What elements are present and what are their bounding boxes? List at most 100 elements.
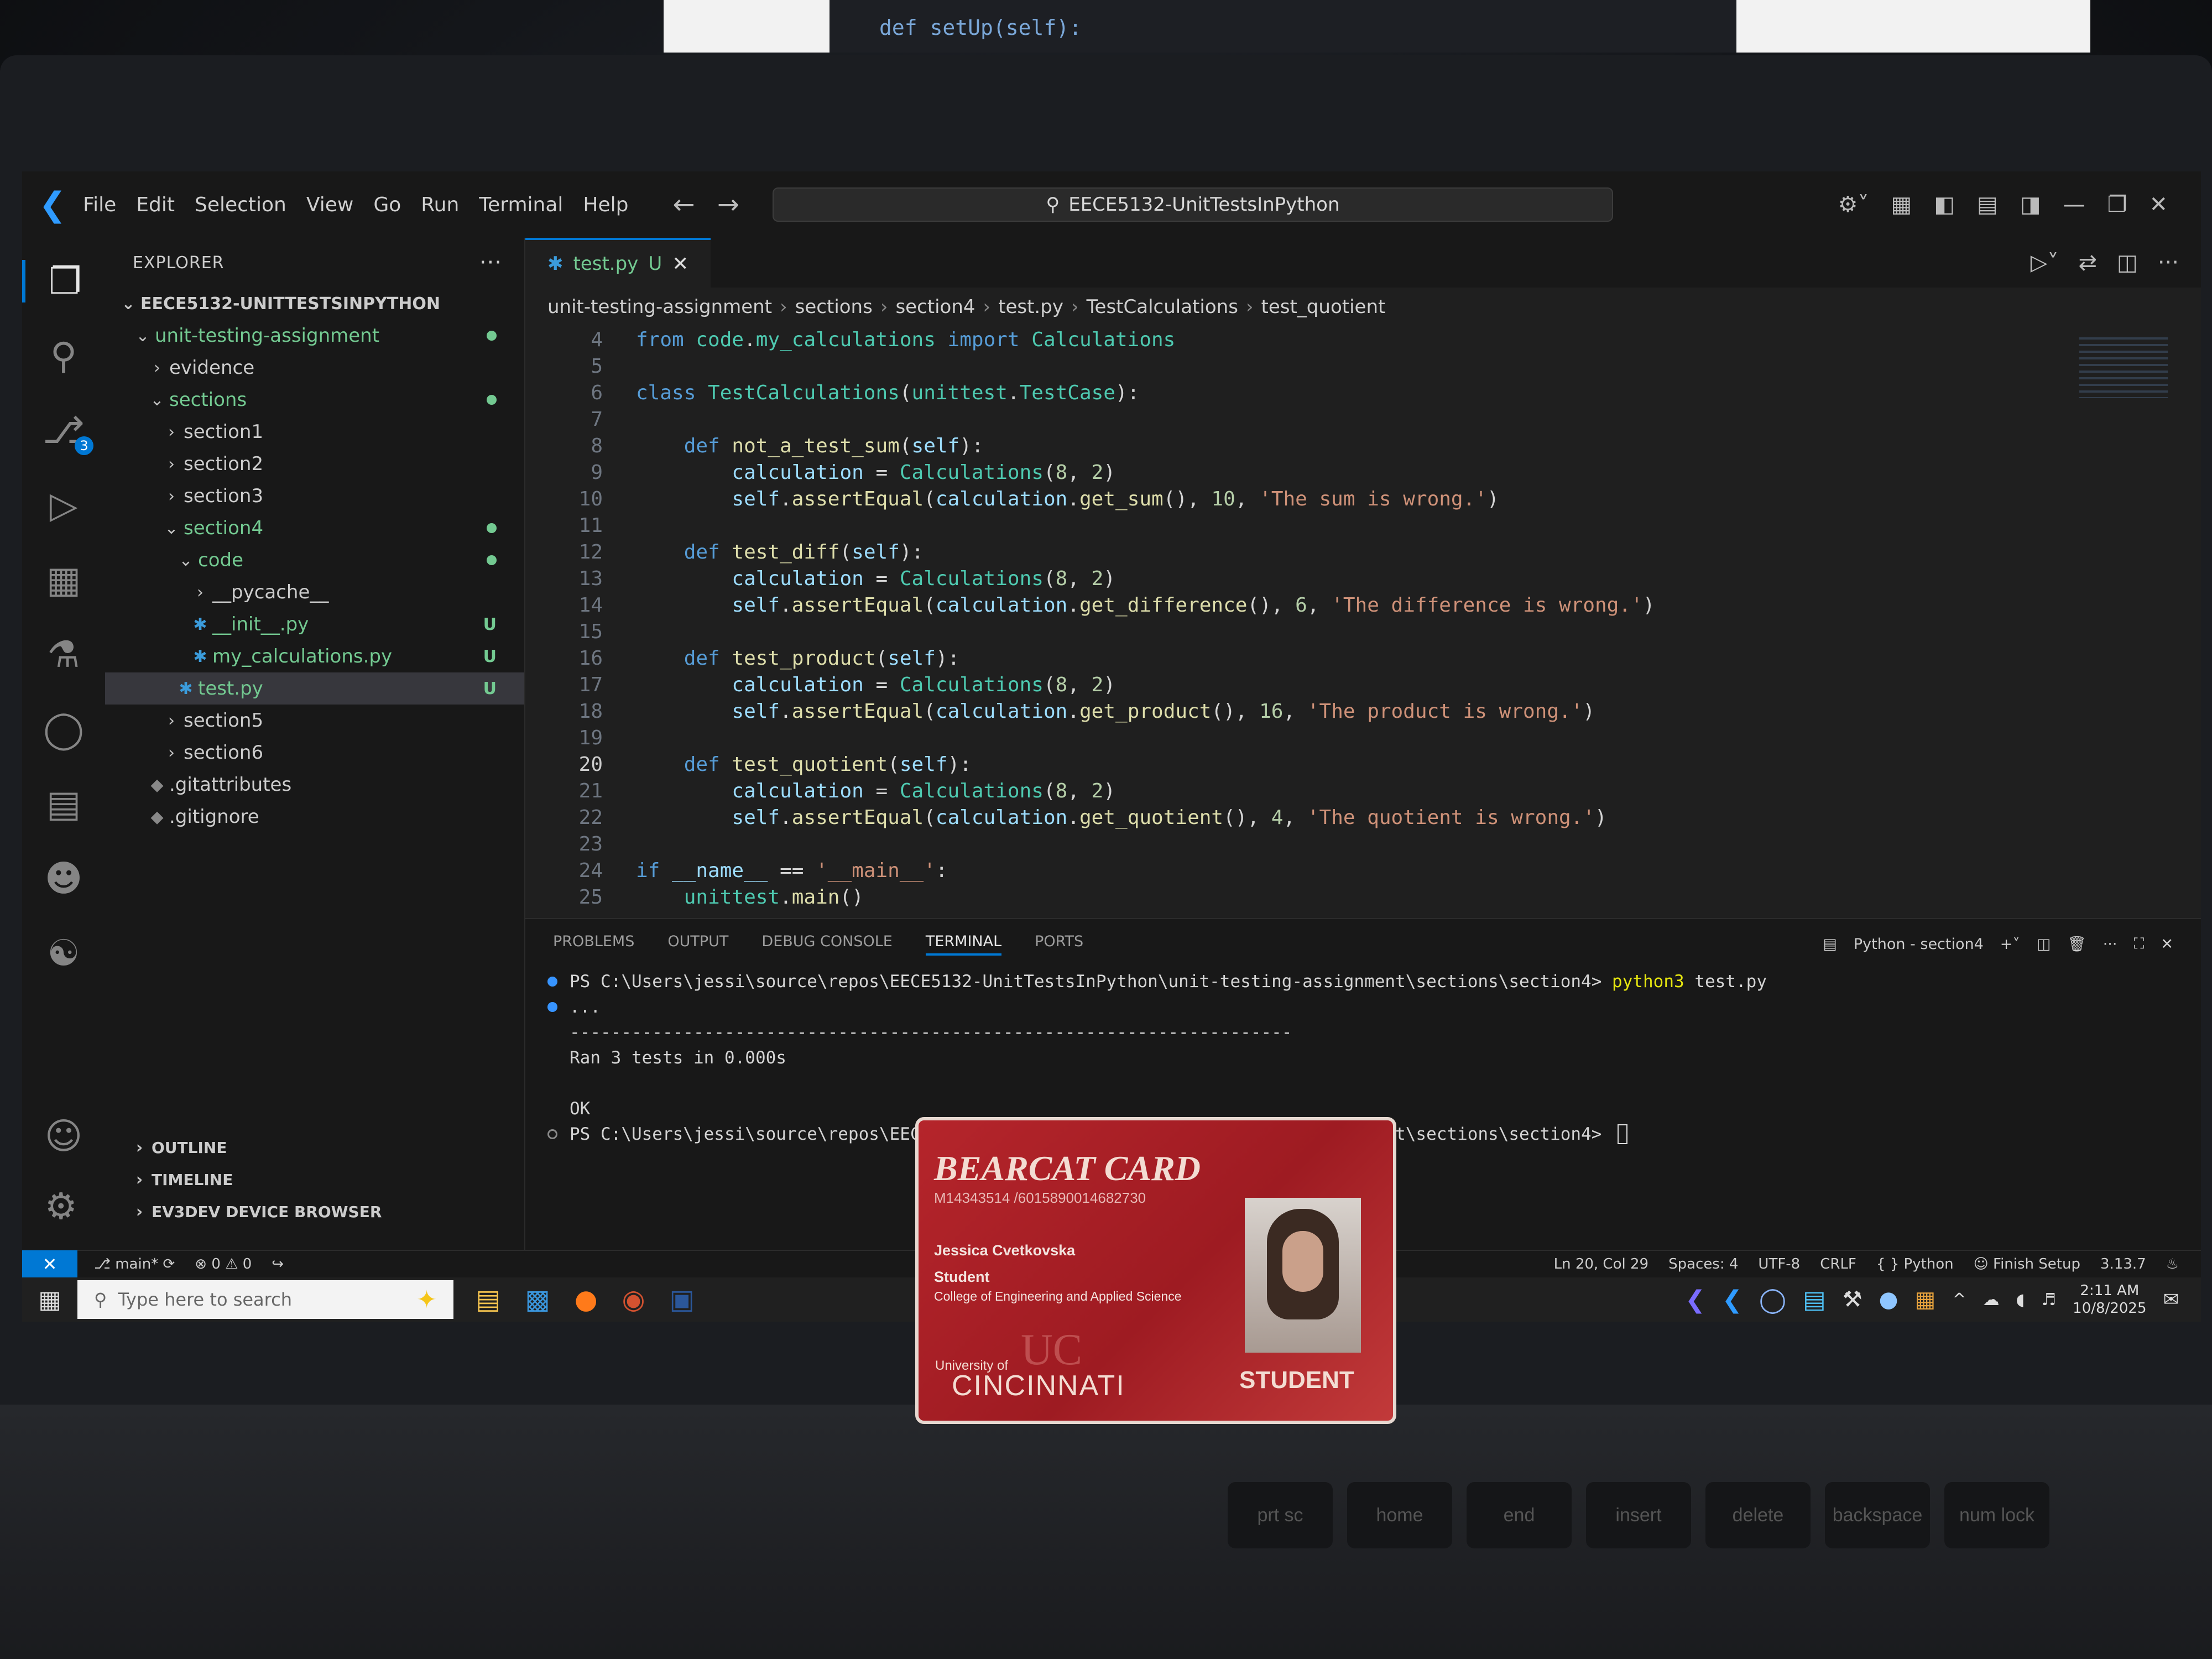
minimap[interactable] [2079,337,2168,398]
powerpoint-icon[interactable]: ◉ [622,1284,645,1315]
more-actions-icon[interactable]: ··· [479,250,502,275]
split-terminal-icon[interactable]: ◫ [2037,936,2051,953]
panel-tab-problems[interactable]: PROBLEMS [553,933,634,956]
vs-installer-icon[interactable]: ▤ [1803,1286,1826,1314]
visual-studio-icon[interactable]: ❮ [1685,1286,1705,1314]
firefox-icon[interactable]: ● [575,1284,598,1315]
code-editor[interactable]: 4 from code. my_calculations import Calcul… [525,326,2201,918]
command-success-decoration[interactable] [547,1002,557,1012]
indentation[interactable]: Spaces: 4 [1668,1256,1738,1272]
remote-explorer-icon[interactable]: ▤ [46,782,81,825]
notifications-bell-icon[interactable]: ♨ [2166,1256,2179,1272]
store-icon[interactable]: ▩ [525,1284,550,1315]
tree-folder[interactable]: ⌄ sections [105,384,524,416]
sidebar-section-timeline[interactable]: › TIMELINE [105,1164,524,1196]
tree-file[interactable]: ◆ .gitignore [105,801,524,833]
tree-folder[interactable]: ⌄ section4 [105,512,524,544]
tree-file[interactable]: ✱ __init__.py U [105,608,524,640]
menu-file[interactable]: File [83,194,116,216]
taskbar-search[interactable]: ⚲ Type here to search ✦ [77,1280,453,1319]
ports-icon[interactable]: ↪ [272,1256,284,1272]
toggle-secondary-sidebar-icon[interactable]: ◨ [2020,192,2041,217]
github-icon[interactable]: ◯ [43,708,84,750]
menu-edit[interactable]: Edit [136,194,175,216]
python-version[interactable]: 3.13.7 [2100,1256,2146,1272]
breadcrumb-item[interactable]: section4 [895,296,975,318]
tree-folder[interactable]: › section5 [105,705,524,737]
breadcrumb-item[interactable]: unit-testing-assignment [547,296,772,318]
app-icon[interactable]: ▦ [1915,1287,1936,1312]
language-mode[interactable]: { } Python [1876,1256,1954,1272]
onedrive-icon[interactable]: ☁ [1983,1290,1999,1310]
command-center[interactable]: ⚲ EECE5132-UnitTestsInPython [772,187,1613,222]
testing-icon[interactable]: ⚗ [47,633,80,676]
more-actions-icon[interactable]: ··· [2103,936,2117,953]
workspace-root[interactable]: ⌄ EECE5132-UNITTESTSINPYTHON [105,288,524,320]
word-icon[interactable]: ▣ [670,1284,695,1315]
extensions-icon[interactable]: ▦ [46,559,81,601]
sidebar-section-ev3dev-device-browser[interactable]: › EV3DEV DEVICE BROWSER [105,1196,524,1228]
command-decoration[interactable] [547,1129,557,1139]
customize-layout-icon[interactable]: ▦ [1891,192,1912,217]
tree-folder[interactable]: › section2 [105,448,524,480]
open-changes-icon[interactable]: ⇄ [2079,250,2098,275]
menu-help[interactable]: Help [583,194,628,216]
panel-tab-debug-console[interactable]: DEBUG CONSOLE [761,933,892,956]
panel-tab-terminal[interactable]: TERMINAL [925,933,1002,956]
minimize-icon[interactable]: — [2063,192,2085,217]
breadcrumb-item[interactable]: test.py [998,296,1063,318]
back-arrow-icon[interactable]: ← [672,189,695,220]
tab-test-py[interactable]: ✱ test.py U ✕ [525,238,711,288]
cursor-position[interactable]: Ln 20, Col 29 [1554,1256,1648,1272]
maximize-panel-icon[interactable]: ⛶ [2133,935,2144,953]
close-icon[interactable]: ✕ [672,253,688,275]
restore-icon[interactable]: ❐ [2107,192,2127,217]
tray-overflow-icon[interactable]: ^ [1952,1290,1966,1310]
steam-icon[interactable]: ● [1879,1287,1898,1312]
tree-folder[interactable]: › section6 [105,737,524,769]
explorer-icon[interactable]: ❐ [22,260,105,302]
finish-setup[interactable]: ☺ Finish Setup [1974,1256,2080,1272]
toggle-panel-icon[interactable]: ▤ [1977,192,1998,217]
menu-view[interactable]: View [306,194,353,216]
more-actions-icon[interactable]: ··· [2158,250,2179,275]
file-explorer-icon[interactable]: ▤ [476,1284,500,1315]
source-control-icon[interactable]: ⎇ 3 [43,409,94,455]
windows-start-icon[interactable]: ▦ [22,1286,77,1314]
sidebar-section-outline[interactable]: › OUTLINE [105,1131,524,1164]
toggle-sidebar-icon[interactable]: ◧ [1934,192,1955,217]
tree-folder[interactable]: ⌄ unit-testing-assignment [105,320,524,352]
tools-icon[interactable]: ⚒ [1843,1287,1863,1312]
new-terminal-icon[interactable]: +˅ [2000,936,2020,953]
run-debug-icon[interactable]: ▷ [50,484,78,526]
copilot-chat-icon[interactable]: ☻ [45,857,83,900]
tree-folder[interactable]: › section1 [105,416,524,448]
taskbar-clock[interactable]: 2:11 AM 10/8/2025 [2073,1282,2146,1317]
panel-tab-output[interactable]: OUTPUT [667,933,728,956]
close-panel-icon[interactable]: ✕ [2161,936,2173,953]
tree-folder[interactable]: › __pycache__ [105,576,524,608]
volume-icon[interactable]: ♬ [2041,1290,2056,1310]
branch-status[interactable]: ⎇ main* ⟳ [94,1256,175,1272]
menu-selection[interactable]: Selection [195,194,286,216]
run-python-file-icon[interactable]: ▷˅ [2031,250,2059,275]
search-icon[interactable]: ⚲ [50,335,77,377]
close-window-icon[interactable]: ✕ [2149,192,2168,217]
line-ending[interactable]: CRLF [1820,1256,1856,1272]
trash-icon[interactable]: 🗑 [2067,935,2086,953]
copilot-icon[interactable]: ⚙˅ [1838,192,1869,217]
split-editor-icon[interactable]: ◫ [2117,250,2138,275]
notification-center-icon[interactable]: ✉ [2163,1288,2179,1311]
tree-folder[interactable]: › evidence [105,352,524,384]
github-desktop-icon[interactable]: ◯ [1759,1286,1786,1314]
tree-folder[interactable]: ⌄ code [105,544,524,576]
forward-arrow-icon[interactable]: → [717,189,739,220]
menu-run[interactable]: Run [421,194,459,216]
encoding[interactable]: UTF-8 [1758,1256,1800,1272]
menu-go[interactable]: Go [373,194,401,216]
breadcrumb-item[interactable]: test_quotient [1261,296,1386,318]
account-icon[interactable]: ☺ [45,1115,83,1157]
breadcrumb-item[interactable]: sections [795,296,873,318]
panel-tab-ports[interactable]: PORTS [1035,933,1083,956]
wifi-icon[interactable]: ◖ [2016,1290,2025,1310]
